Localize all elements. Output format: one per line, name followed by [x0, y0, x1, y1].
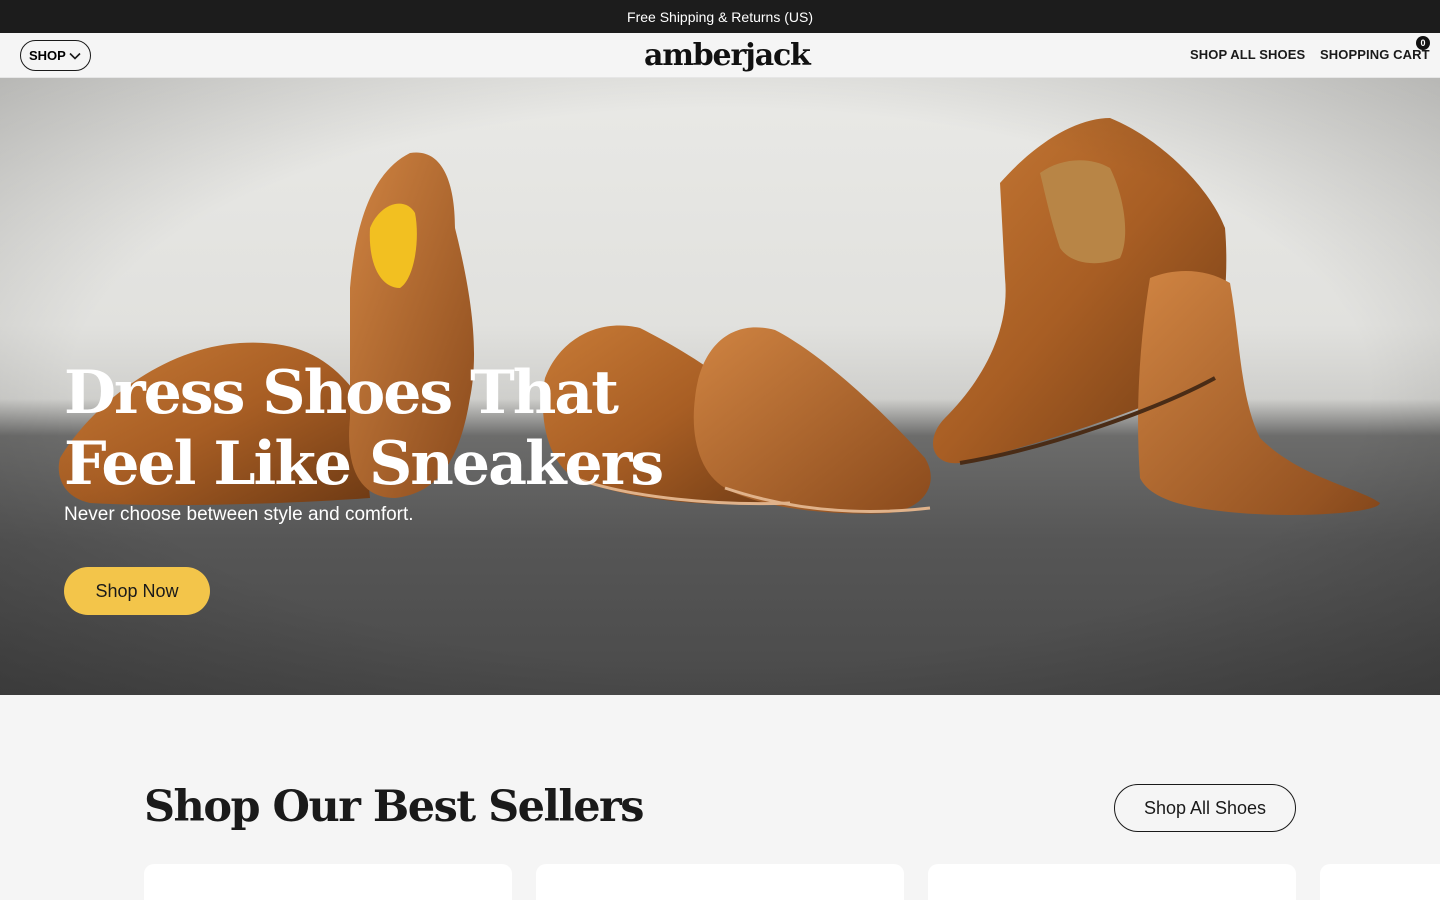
hero-title-line-1: Dress Shoes That [64, 358, 619, 428]
chevron-down-icon [69, 52, 81, 60]
shop-menu-button[interactable]: SHOP [20, 40, 91, 71]
product-card[interactable] [928, 864, 1296, 900]
hero-banner: Dress Shoes That Feel Like Sneakers Neve… [0, 78, 1440, 695]
product-card[interactable] [536, 864, 904, 900]
announcement-bar: Free Shipping & Returns (US) [0, 0, 1440, 33]
best-sellers-title: Shop Our Best Sellers [144, 782, 644, 832]
hero-title: Dress Shoes That Feel Like Sneakers [64, 358, 684, 500]
cart-count-badge: 0 [1416, 36, 1430, 50]
shop-all-shoes-button[interactable]: Shop All Shoes [1114, 784, 1296, 832]
site-logo[interactable]: amberjack [644, 38, 811, 74]
shop-now-button[interactable]: Shop Now [64, 567, 210, 615]
product-card[interactable] [144, 864, 512, 900]
nav-shopping-cart[interactable]: SHOPPING CART [1320, 47, 1430, 62]
hero-subtitle: Never choose between style and comfort. [64, 504, 414, 525]
hero-title-line-2: Feel Like Sneakers [64, 429, 664, 499]
site-header: SHOP amberjack SHOP ALL SHOES SHOPPING C… [0, 33, 1440, 78]
announcement-text: Free Shipping & Returns (US) [627, 8, 813, 25]
product-card[interactable] [1320, 864, 1440, 900]
nav-shop-all-shoes[interactable]: SHOP ALL SHOES [1190, 47, 1305, 62]
shop-menu-label: SHOP [29, 48, 66, 63]
